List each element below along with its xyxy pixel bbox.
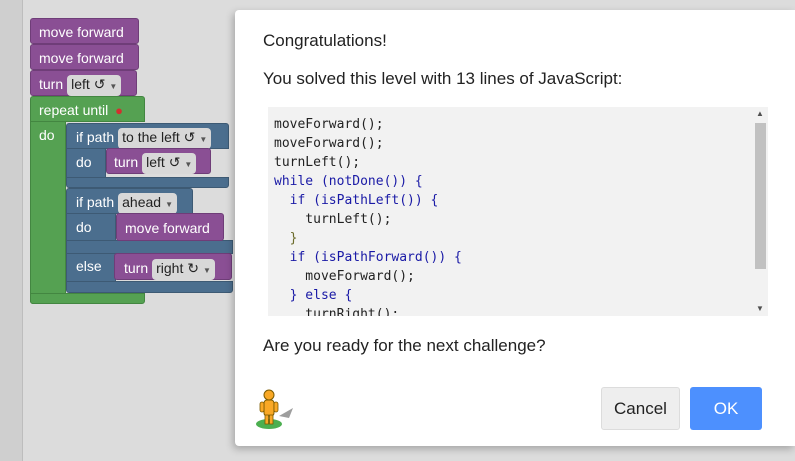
path-dropdown[interactable]: to the left ↺ ▼ bbox=[118, 128, 212, 149]
congratulations-dialog: Congratulations! You solved this level w… bbox=[235, 10, 795, 446]
direction-dropdown[interactable]: right ↻ ▼ bbox=[152, 259, 215, 280]
turn-block[interactable]: turn left ↺ ▼ bbox=[30, 70, 137, 96]
block-label: turn bbox=[114, 154, 139, 170]
code-listing: moveForward(); moveForward(); turnLeft()… bbox=[274, 115, 462, 316]
if-else-divider bbox=[66, 240, 233, 254]
turn-block[interactable]: turn right ↻ ▼ bbox=[114, 253, 232, 280]
pegman-avatar-icon bbox=[256, 389, 293, 429]
block-label: move forward bbox=[125, 220, 210, 236]
if-else-path-footer bbox=[66, 281, 233, 293]
block-label: turn bbox=[39, 76, 64, 92]
dialog-title: Congratulations! bbox=[263, 31, 387, 50]
scroll-down-icon[interactable]: ▼ bbox=[756, 304, 764, 313]
goal-marker-icon: ● bbox=[115, 103, 124, 118]
code-line: turnRight(); bbox=[274, 307, 400, 316]
path-dropdown[interactable]: ahead ▼ bbox=[118, 193, 177, 214]
if-path-footer bbox=[66, 177, 229, 188]
code-line: } bbox=[274, 231, 298, 246]
turn-block[interactable]: turn left ↺ ▼ bbox=[106, 148, 211, 174]
next-challenge-question: Are you ready for the next challenge? bbox=[263, 336, 546, 355]
direction-dropdown[interactable]: left ↺ ▼ bbox=[142, 153, 197, 174]
dropdown-arrow-icon: ▼ bbox=[165, 200, 173, 209]
do-label: do bbox=[76, 219, 92, 235]
code-line: while (notDone()) { bbox=[274, 174, 423, 189]
code-line: } else { bbox=[274, 288, 353, 303]
code-line: moveForward(); bbox=[274, 136, 384, 151]
repeat-until-footer bbox=[30, 293, 145, 304]
move-forward-block[interactable]: move forward bbox=[30, 44, 139, 70]
code-line: moveForward(); bbox=[274, 269, 415, 284]
code-line: if (isPathLeft()) { bbox=[274, 193, 439, 208]
ok-button[interactable]: OK bbox=[690, 387, 762, 430]
do-label: do bbox=[39, 127, 55, 143]
block-label: if path bbox=[76, 194, 115, 210]
code-line: turnLeft(); bbox=[274, 212, 392, 227]
if-path-block[interactable]: if path to the left ↺ ▼ bbox=[66, 123, 229, 149]
dropdown-arrow-icon: ▼ bbox=[109, 82, 118, 91]
block-label: turn bbox=[124, 260, 149, 276]
cancel-button[interactable]: Cancel bbox=[601, 387, 680, 430]
repeat-until-body: do bbox=[30, 121, 66, 304]
code-viewer[interactable]: moveForward(); moveForward(); turnLeft()… bbox=[268, 107, 768, 316]
scroll-up-icon[interactable]: ▲ bbox=[756, 109, 764, 118]
else-label: else bbox=[76, 258, 102, 274]
block-label: if path bbox=[76, 129, 115, 145]
scrollbar-thumb[interactable] bbox=[755, 123, 766, 269]
move-forward-block[interactable]: move forward bbox=[116, 213, 224, 241]
code-line: if (isPathForward()) { bbox=[274, 250, 462, 265]
direction-dropdown[interactable]: left ↺ ▼ bbox=[67, 75, 122, 96]
move-forward-block[interactable]: move forward bbox=[30, 18, 139, 44]
code-scrollbar[interactable]: ▲ ▼ bbox=[753, 107, 768, 316]
dropdown-arrow-icon: ▼ bbox=[202, 266, 211, 275]
if-path-body: do bbox=[66, 148, 106, 178]
if-else-path-block[interactable]: if path ahead ▼ bbox=[66, 188, 193, 214]
workspace-divider bbox=[22, 0, 23, 461]
solved-message: You solved this level with 13 lines of J… bbox=[263, 69, 623, 88]
toolbox-strip bbox=[0, 0, 22, 461]
code-line: turnLeft(); bbox=[274, 155, 361, 170]
dropdown-arrow-icon: ▼ bbox=[199, 135, 208, 144]
dropdown-arrow-icon: ▼ bbox=[184, 160, 193, 169]
block-label: move forward bbox=[39, 24, 124, 40]
do-label: do bbox=[76, 154, 92, 170]
block-label: repeat until bbox=[39, 102, 109, 118]
repeat-until-block[interactable]: repeat until ● bbox=[30, 96, 145, 122]
code-line: moveForward(); bbox=[274, 117, 384, 132]
block-label: move forward bbox=[39, 50, 124, 66]
